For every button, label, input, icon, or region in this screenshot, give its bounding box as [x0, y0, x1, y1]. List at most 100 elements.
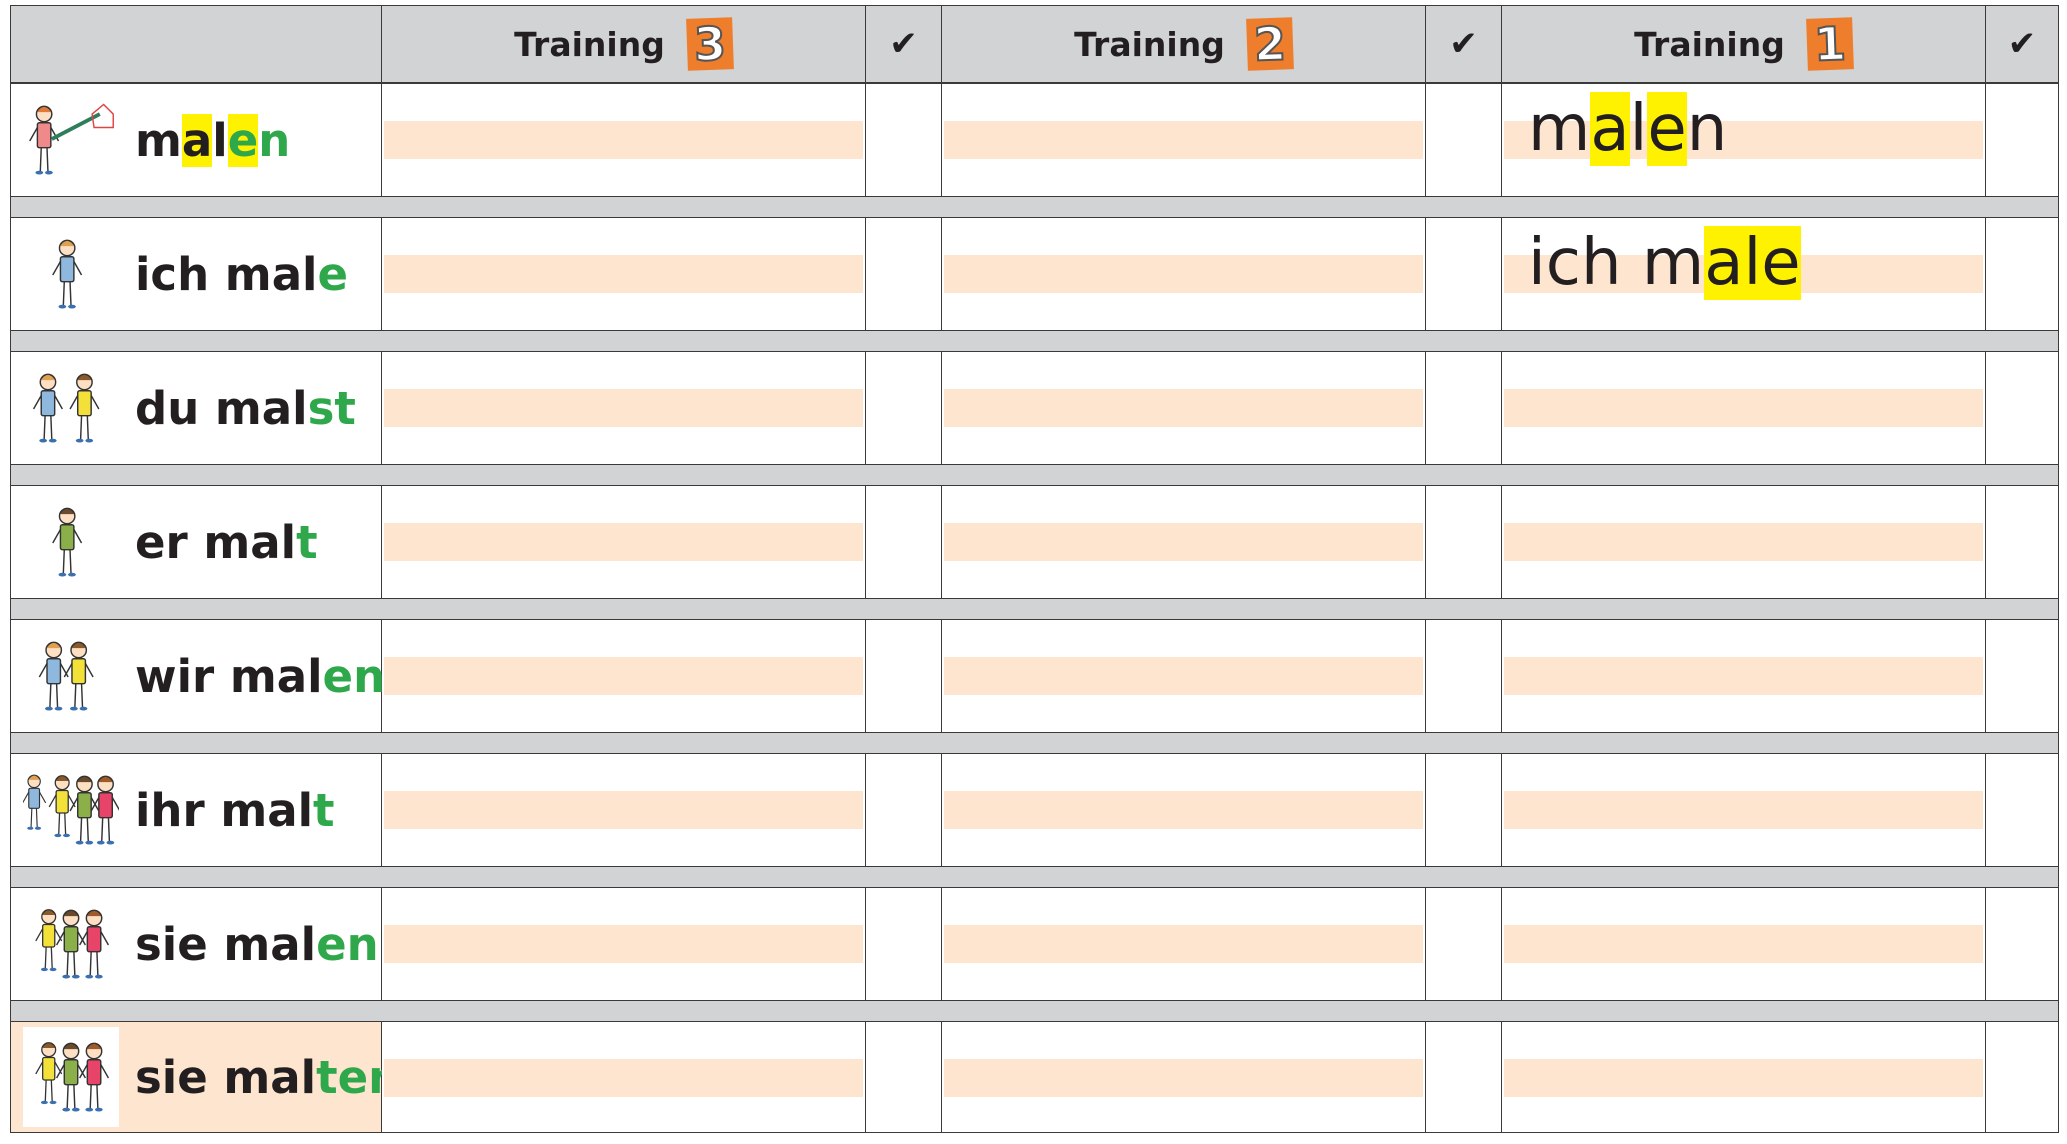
check-cell-1[interactable]	[1985, 351, 2059, 465]
training-table: Training 3 ✔ Training 2 ✔ Training 1 ✔	[10, 5, 2059, 83]
training-3-cell[interactable]	[381, 83, 866, 197]
training-1-cell[interactable]	[1501, 351, 1986, 465]
training-1-cell[interactable]	[1501, 485, 1986, 599]
writing-band[interactable]	[944, 255, 1423, 293]
writing-band[interactable]	[944, 389, 1423, 427]
writing-band[interactable]	[384, 925, 863, 963]
group-of-children-icon	[23, 760, 119, 860]
row-separator	[10, 1000, 2059, 1022]
writing-band[interactable]	[1504, 523, 1983, 561]
check-cell-3[interactable]	[865, 217, 942, 331]
verb-cell: du malst	[10, 351, 382, 465]
verb-form: wir malen	[135, 650, 385, 703]
training-1-cell[interactable]: malen	[1501, 83, 1986, 197]
verb-cell: sie malten	[10, 1021, 400, 1133]
row-separator	[10, 196, 2059, 218]
check-cell-1[interactable]	[1985, 887, 2059, 1001]
number-badge-3: 3	[685, 15, 734, 73]
training-3-cell[interactable]	[381, 217, 866, 331]
check-cell-3[interactable]	[865, 351, 942, 465]
writing-band[interactable]	[944, 523, 1423, 561]
writing-band[interactable]	[944, 1059, 1423, 1097]
writing-band[interactable]	[1504, 791, 1983, 829]
writing-band[interactable]	[1504, 657, 1983, 695]
verb-stem: sie mal	[135, 1050, 317, 1104]
writing-band[interactable]	[384, 1059, 863, 1097]
writing-band[interactable]	[384, 523, 863, 561]
writing-band[interactable]	[1504, 389, 1983, 427]
check-cell-2[interactable]	[1425, 887, 1502, 1001]
check-cell-1[interactable]	[1985, 485, 2059, 599]
check-cell-2[interactable]	[1425, 83, 1502, 197]
training-2-cell[interactable]	[941, 1021, 1426, 1133]
writing-band[interactable]	[944, 791, 1423, 829]
check-cell-3[interactable]	[865, 887, 942, 1001]
family-icon	[23, 1027, 119, 1127]
two-children-pointing-icon	[23, 358, 119, 458]
training-1-cell[interactable]	[1501, 619, 1986, 733]
check-cell-1[interactable]	[1985, 217, 2059, 331]
verb-stem: sie mal	[135, 917, 317, 971]
writing-band[interactable]	[384, 121, 863, 159]
training-2-cell[interactable]	[941, 351, 1426, 465]
header-training-1: Training 1	[1501, 5, 1986, 83]
check-cell-2[interactable]	[1425, 619, 1502, 733]
child-painting-house-icon	[23, 90, 119, 190]
check-cell-1[interactable]	[1985, 83, 2059, 197]
training-2-cell[interactable]	[941, 619, 1426, 733]
training-3-cell[interactable]	[381, 485, 866, 599]
check-cell-2[interactable]	[1425, 485, 1502, 599]
verb-ending: en	[316, 917, 379, 971]
verb-form: du malst	[135, 382, 356, 435]
writing-band[interactable]	[944, 657, 1423, 695]
training-3-cell[interactable]	[381, 887, 866, 1001]
check-cell-3[interactable]	[865, 83, 942, 197]
training-3-cell[interactable]	[381, 753, 866, 867]
training-3-cell[interactable]	[381, 619, 866, 733]
training-2-cell[interactable]	[941, 83, 1426, 197]
writing-band[interactable]	[1504, 1059, 1983, 1097]
two-children-icon	[23, 626, 119, 726]
writing-band[interactable]	[944, 925, 1423, 963]
training-3-cell[interactable]	[381, 1021, 866, 1133]
verb-form: sie malen	[135, 918, 379, 971]
check-cell-3[interactable]	[865, 485, 942, 599]
training-1-cell[interactable]	[1501, 1021, 1986, 1133]
training-1-cell[interactable]: ich male	[1501, 217, 1986, 331]
training-2-cell[interactable]	[941, 753, 1426, 867]
writing-band[interactable]	[384, 255, 863, 293]
training-2-cell[interactable]	[941, 217, 1426, 331]
training-2-cell[interactable]	[941, 485, 1426, 599]
boy-icon	[23, 492, 119, 592]
training-1-cell[interactable]	[1501, 887, 1986, 1001]
separator-bar	[10, 330, 2059, 352]
check-cell-1[interactable]	[1985, 1021, 2059, 1133]
writing-band[interactable]	[384, 657, 863, 695]
training-1-cell[interactable]	[1501, 753, 1986, 867]
training-2-cell[interactable]	[941, 887, 1426, 1001]
check-cell-1[interactable]	[1985, 619, 2059, 733]
verb-ending: st	[307, 381, 356, 435]
verb-ending: en	[322, 649, 386, 703]
writing-band[interactable]	[384, 389, 863, 427]
writing-band[interactable]	[944, 121, 1423, 159]
verb-training-sheet: Training 3 ✔ Training 2 ✔ Training 1 ✔ male…	[10, 5, 2059, 1144]
verb-ending: n	[258, 113, 291, 167]
check-cell-3[interactable]	[865, 753, 942, 867]
check-header-3: ✔	[865, 5, 942, 83]
verb-row: sie malten	[10, 1021, 2059, 1133]
verb-row: sie malen	[10, 887, 2059, 1001]
check-cell-3[interactable]	[865, 619, 942, 733]
writing-band[interactable]	[1504, 925, 1983, 963]
check-cell-2[interactable]	[1425, 753, 1502, 867]
word-part: m	[135, 113, 182, 167]
check-cell-2[interactable]	[1425, 1021, 1502, 1133]
check-cell-2[interactable]	[1425, 351, 1502, 465]
writing-band[interactable]	[384, 791, 863, 829]
check-cell-2[interactable]	[1425, 217, 1502, 331]
verb-stem: du mal	[135, 381, 308, 435]
training-3-cell[interactable]	[381, 351, 866, 465]
check-cell-1[interactable]	[1985, 753, 2059, 867]
verb-cell: sie malen	[10, 887, 382, 1001]
check-cell-3[interactable]	[865, 1021, 942, 1133]
